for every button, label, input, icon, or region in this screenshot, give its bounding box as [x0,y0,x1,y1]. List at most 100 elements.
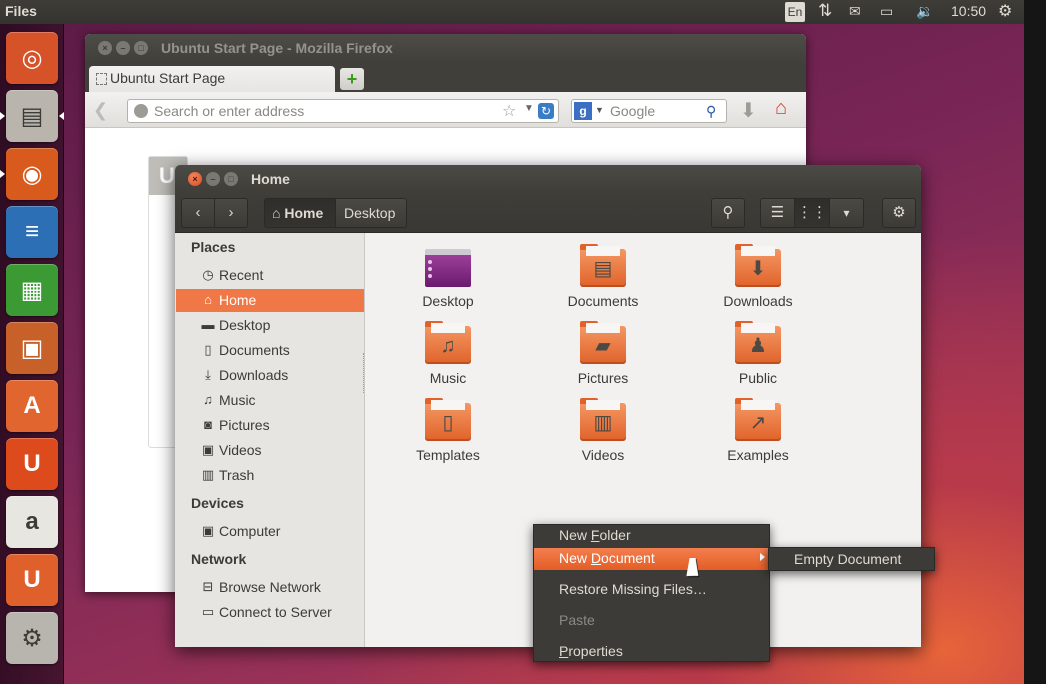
history-dropdown-icon[interactable]: ▼ [524,103,534,114]
music-note-icon: ♫ [203,392,213,407]
settings-gear-icon[interactable]: ⚙ [882,198,916,228]
launcher-libreoffice-calc[interactable]: ▦ [6,264,58,316]
search-bar[interactable]: g ▼ Google ⚲ [571,99,727,123]
pictures-folder-icon: ▰ [580,321,626,364]
file-item-desktop[interactable]: Desktop [388,249,508,309]
files-titlebar[interactable]: × – □ Home [175,165,921,193]
launcher-libreoffice-writer[interactable]: ≡ [6,206,58,258]
google-icon[interactable]: g [574,102,592,120]
launcher-dash-home[interactable]: ◎ [6,32,58,84]
back-arrow-icon[interactable]: ❮ [93,100,108,121]
launcher: ◎ ▤ ◉ ≡ ▦ ▣ A Ua U ⚙ [0,24,64,684]
impress-icon: ▣ [20,334,44,362]
folder-sheet [586,400,620,410]
file-item-public[interactable]: ♟ Public [698,321,818,386]
launcher-system-settings[interactable]: ⚙ [6,612,58,664]
volume-icon[interactable]: 🔉 [916,3,933,20]
firefox-window-title: Ubuntu Start Page - Mozilla Firefox [161,40,393,56]
software-center-icon: A [23,392,41,419]
maximize-icon[interactable]: □ [134,41,148,55]
address-bar[interactable]: Search or enter address ☆ ▼ ↻ [127,99,559,123]
folder-sheet [741,246,775,256]
reload-icon[interactable]: ↻ [538,103,554,119]
sidebar-item-connect-to-server[interactable]: ▭ Connect to Server [176,601,364,624]
view-options-chevron-icon[interactable]: ▾ [829,198,864,228]
clock-time[interactable]: 10:50 [951,3,986,19]
sidebar-item-downloads[interactable]: ⤓ Downloads [176,364,364,387]
close-icon[interactable]: × [98,41,112,55]
launcher-ubuntu-one-music[interactable]: U [6,554,58,606]
maximize-icon[interactable]: □ [224,172,238,186]
launcher-firefox[interactable]: ◉ [6,148,58,200]
sidebar-item-home[interactable]: ⌂ Home [176,289,364,312]
menu-item-restore-missing-files[interactable]: Restore Missing Files… [534,579,769,601]
folder-sheet [431,323,465,333]
file-item-music[interactable]: ♫ Music [388,321,508,386]
new-document-submenu[interactable]: Empty Document [768,547,935,571]
file-item-templates[interactable]: ▯ Templates [388,398,508,463]
file-item-documents[interactable]: ▤ Documents [543,244,663,309]
list-view-button[interactable]: ☰ [760,198,795,228]
firefox-tab[interactable]: Ubuntu Start Page [89,66,335,92]
sidebar-item-desktop[interactable]: ▬ Desktop [176,314,364,337]
sidebar-item-recent[interactable]: ◷ Recent [176,264,364,287]
search-icon[interactable]: ⚲ [706,103,716,120]
bookmark-star-icon[interactable]: ☆ [502,101,516,121]
search-button[interactable]: ⚲ [711,198,745,228]
new-tab-button[interactable]: + [340,68,364,90]
top-panel: Files En ⇅ ✉ ▭ 🔉 10:50 ⚙ [0,0,1024,24]
sidebar-item-videos[interactable]: ▣ Videos [176,439,364,462]
pane-resize-handle[interactable] [363,353,365,393]
empty-document-item[interactable]: Empty Document [794,551,901,567]
battery-icon[interactable]: ▭ [880,3,893,20]
menu-item-new-document[interactable]: New Document [534,548,769,570]
file-item-videos[interactable]: ▥ Videos [543,398,663,463]
launcher-files[interactable]: ▤ [6,90,58,142]
sidebar-item-browse-network[interactable]: ⊟ Browse Network [176,576,364,599]
file-item-label: Documents [567,293,639,309]
mail-envelope-icon[interactable]: ✉ [849,3,861,20]
file-item-examples[interactable]: ↗ Examples [698,398,818,463]
camera-icon: ◙ [204,417,212,432]
back-button[interactable]: ‹ [181,198,215,228]
file-item-downloads[interactable]: ⬇ Downloads [698,244,818,309]
launcher-ubuntu-software-center[interactable]: A [6,380,58,432]
sidebar-item-label: Pictures [219,417,270,433]
menu-item-properties[interactable]: Properties [534,641,769,663]
sidebar-item-computer[interactable]: ▣ Computer [176,520,364,543]
download-arrow-icon[interactable]: ⬇ [740,98,757,123]
keyboard-layout-indicator[interactable]: En [785,2,805,22]
sidebar-item-music[interactable]: ♫ Music [176,389,364,412]
sidebar-item-documents[interactable]: ▯ Documents [176,339,364,362]
grid-view-button[interactable]: ⋮⋮ [794,198,830,228]
submenu-arrow-icon [760,553,765,561]
breadcrumb-desktop[interactable]: Desktop [335,198,407,228]
sidebar-item-pictures[interactable]: ◙ Pictures [176,414,364,437]
sidebar-heading-places: Places [191,239,236,255]
context-menu: New Folder New Document Restore Missing Fi… [533,524,770,662]
sidebar-item-label: Downloads [219,367,289,383]
launcher-libreoffice-impress[interactable]: ▣ [6,322,58,374]
sidebar-item-label: Desktop [219,317,271,333]
close-icon[interactable]: × [188,172,202,186]
launcher-amazon[interactable]: a [6,496,58,548]
sidebar-item-trash[interactable]: ▥ Trash [176,464,364,487]
home-icon[interactable]: ⌂ [775,97,787,120]
public-folder-icon: ♟ [735,321,781,364]
film-icon: ▣ [201,442,215,457]
file-item-pictures[interactable]: ▰ Pictures [543,321,663,386]
menu-item-new-folder[interactable]: New Folder [534,525,769,547]
launcher-ubuntu-one[interactable]: U [6,438,58,490]
minimize-icon[interactable]: – [206,172,220,186]
firefox-titlebar[interactable]: × – □ Ubuntu Start Page - Mozilla Firefo… [85,34,806,64]
templates-folder-icon: ▯ [425,398,471,441]
running-indicator [0,112,5,120]
forward-button[interactable]: › [214,198,248,228]
session-gear-icon[interactable]: ⚙ [998,1,1012,21]
engine-dropdown-icon[interactable]: ▼ [595,105,604,115]
minimize-icon[interactable]: – [116,41,130,55]
menu-label-part: Paste [559,612,595,628]
focused-indicator [59,112,64,120]
network-arrows-icon[interactable]: ⇅ [818,1,832,21]
breadcrumb-home[interactable]: ⌂ Home [264,198,336,228]
